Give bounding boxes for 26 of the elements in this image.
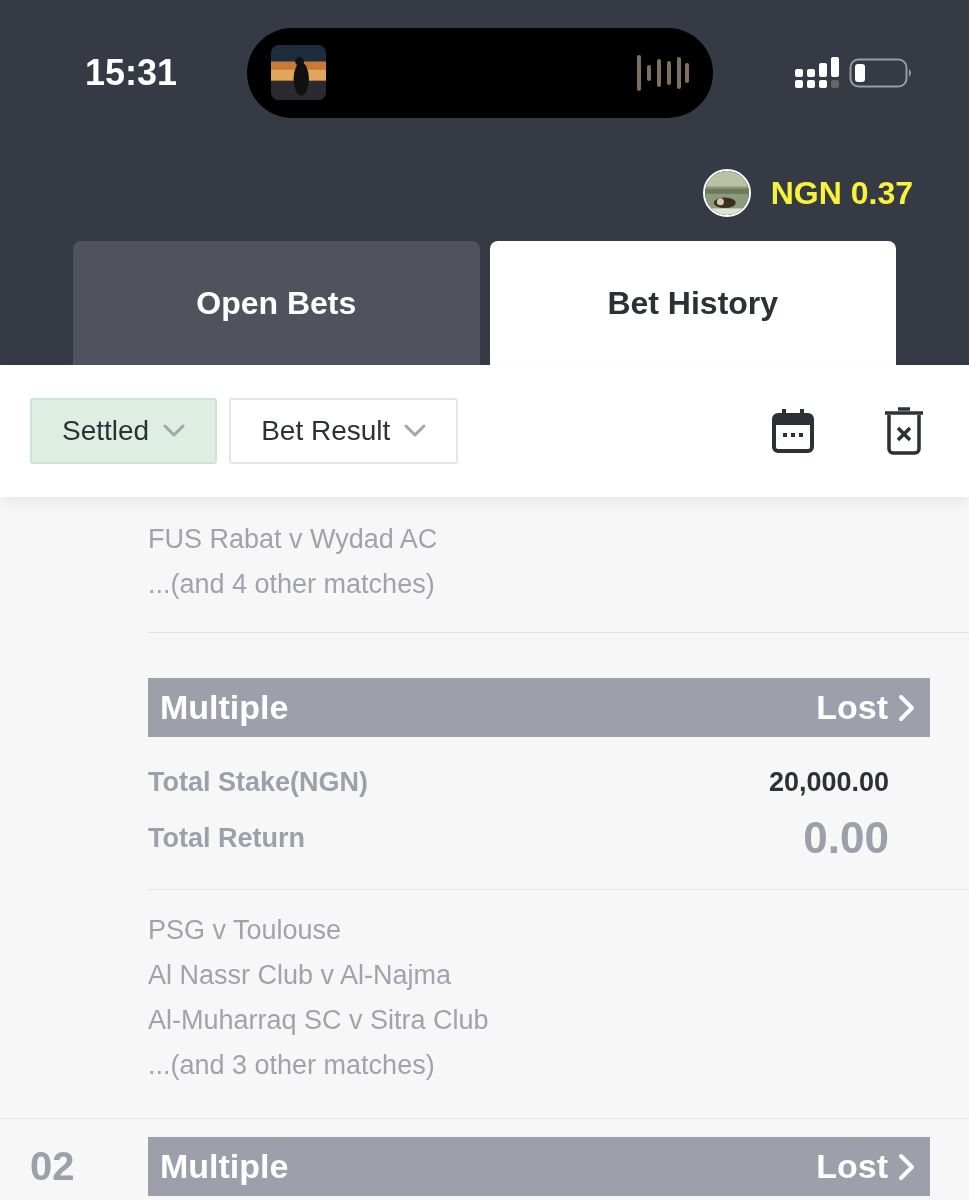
match-name: FUS Rabat v Wydad AC [148,523,439,556]
return-label: Total Return [148,822,305,854]
stake-amount: 20,000.00 [768,766,889,798]
bet-number: 02 [30,1143,75,1190]
tab[interactable]: Bet History [489,241,896,365]
chevron-right-icon [898,1152,916,1181]
signal-icon [795,56,839,89]
tab[interactable]: Open Bets [73,241,480,365]
more-matches: ...(and 4 other matches) [148,568,436,601]
match-name: Al-Muharraq SC v Sitra Club [148,1004,490,1037]
return-amount: 0.00 [803,813,889,863]
filter-dropdown[interactable]: Bet Result [229,398,459,464]
battery-icon [849,57,913,88]
calendar-icon[interactable] [771,408,815,454]
filter-dropdown[interactable]: Settled [30,398,218,464]
waveform-icon [637,52,689,93]
match-name: PSG v Toulouse [148,914,343,947]
match-name: Al Nassr Club v Al-Najma [148,959,453,992]
more-matches: ...(and 3 other matches) [148,1049,436,1082]
stake-label: Total Stake(NGN) [148,766,369,798]
delete-icon[interactable] [883,407,925,455]
chevron-right-icon [898,693,916,722]
chevron-down-icon [163,424,186,438]
chevron-down-icon [404,424,427,438]
balance-amount: NGN 0.37 [770,174,913,212]
clock-time: 15:31 [85,51,179,94]
